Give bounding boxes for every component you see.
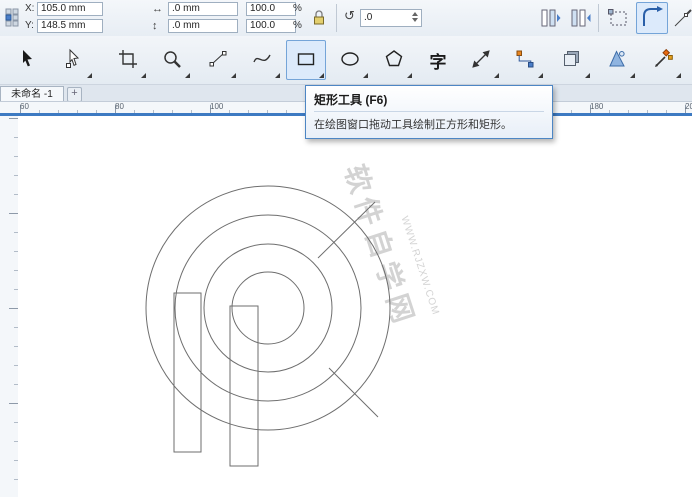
dimension-tool[interactable] xyxy=(461,40,501,80)
scale-y-field[interactable]: 100.0 xyxy=(246,19,296,33)
rotate-icon: ↺ xyxy=(344,10,355,22)
flyout-indicator xyxy=(538,73,543,78)
propbar-separator-2 xyxy=(598,4,599,32)
round-corner-button[interactable] xyxy=(636,2,668,34)
drop-shadow-tool[interactable] xyxy=(552,40,592,80)
flyout-indicator xyxy=(630,73,635,78)
propbar-separator xyxy=(336,4,337,32)
angle-spinner[interactable] xyxy=(412,12,419,22)
ruler-number: 80 xyxy=(115,102,124,111)
drawing-canvas[interactable]: 软件自学网 WWW.RJZXW.COM xyxy=(18,116,692,497)
vertical-ruler[interactable] xyxy=(0,116,19,497)
property-bar: X: 105.0 mm Y: 148.5 mm ↔ ↕ .0 mm .0 mm … xyxy=(0,0,692,37)
rotation-angle-field[interactable]: .0 xyxy=(360,9,422,27)
y-label: Y: xyxy=(25,20,34,31)
eyedropper-tool[interactable] xyxy=(643,40,683,80)
ellipse-icon xyxy=(339,48,361,73)
tool-tooltip: 矩形工具 (F6) 在绘图窗口拖动工具绘制正方形和矩形。 xyxy=(305,85,553,139)
double-arrow-icon xyxy=(470,48,492,73)
flyout-indicator xyxy=(494,73,499,78)
rotation-angle-value: .0 xyxy=(364,12,372,23)
rectangle-tool[interactable] xyxy=(286,40,326,80)
flyout-indicator xyxy=(275,73,280,78)
tooltip-body: 在绘图窗口拖动工具绘制正方形和矩形。 xyxy=(314,116,544,132)
percent-y-label: % xyxy=(293,20,302,31)
object-height-icon: ↕ xyxy=(152,20,158,32)
freehand-line-icon xyxy=(207,48,229,73)
connector-icon xyxy=(514,48,536,73)
zoom-tool[interactable] xyxy=(152,40,192,80)
chamfer-corner-button[interactable] xyxy=(670,4,692,34)
ruler-number: 60 xyxy=(20,102,29,111)
line-pen-icon xyxy=(672,6,692,33)
polygon-tool[interactable] xyxy=(374,40,414,80)
flyout-indicator xyxy=(585,73,590,78)
curve-icon xyxy=(251,48,273,73)
toolbox: 字 xyxy=(0,36,692,85)
crop-icon xyxy=(117,48,139,73)
flyout-indicator xyxy=(87,73,92,78)
pick-arrow-icon xyxy=(17,48,39,73)
flyout-indicator xyxy=(231,73,236,78)
canvas-svg xyxy=(18,116,692,497)
x-label: X: xyxy=(25,3,34,14)
object-width-field[interactable]: .0 mm xyxy=(168,2,238,16)
extrude-tool[interactable] xyxy=(597,40,637,80)
columns-icon xyxy=(538,6,562,33)
lock-ratio-button[interactable] xyxy=(308,6,330,32)
drop-shadow-icon xyxy=(561,48,583,73)
rectangle-icon xyxy=(295,48,317,73)
connector-tool[interactable] xyxy=(505,40,545,80)
shape-tool[interactable] xyxy=(54,40,94,80)
freehand-tool[interactable] xyxy=(198,40,238,80)
extrude-icon xyxy=(606,48,628,73)
y-position-field[interactable]: 148.5 mm xyxy=(37,19,103,33)
bezier-tool[interactable] xyxy=(242,40,282,80)
crop-tool[interactable] xyxy=(108,40,148,80)
columns-reverse-button[interactable] xyxy=(566,4,594,34)
columns-button[interactable] xyxy=(536,4,564,34)
marquee-button[interactable] xyxy=(604,4,632,34)
corner-arrow-icon xyxy=(640,5,664,32)
lock-icon xyxy=(311,9,327,30)
dashed-rect-icon xyxy=(606,6,630,33)
eyedropper-icon xyxy=(652,48,674,73)
ruler-number: 100 xyxy=(210,102,223,111)
scale-x-field[interactable]: 100.0 xyxy=(246,2,296,16)
ruler-number: 200 xyxy=(685,102,692,111)
anchor-grid-icon xyxy=(5,8,20,30)
flyout-indicator xyxy=(363,73,368,78)
pick-tool[interactable] xyxy=(8,40,48,80)
flyout-indicator xyxy=(185,73,190,78)
coreldraw-window: X: 105.0 mm Y: 148.5 mm ↔ ↕ .0 mm .0 mm … xyxy=(0,0,692,497)
object-height-field[interactable]: .0 mm xyxy=(168,19,238,33)
polygon-icon xyxy=(383,48,405,73)
object-width-icon: ↔ xyxy=(152,3,163,15)
flyout-indicator xyxy=(319,73,324,78)
magnifier-icon xyxy=(161,48,183,73)
shape-arrow-icon xyxy=(63,48,85,73)
flyout-indicator xyxy=(407,73,412,78)
percent-x-label: % xyxy=(293,3,302,14)
flyout-indicator xyxy=(141,73,146,78)
ruler-number: 180 xyxy=(590,102,603,111)
x-position-field[interactable]: 105.0 mm xyxy=(37,2,103,16)
ellipse-tool[interactable] xyxy=(330,40,370,80)
columns-reverse-icon xyxy=(568,6,592,33)
text-tool-glyph: 字 xyxy=(430,48,447,73)
tooltip-title: 矩形工具 (F6) xyxy=(314,91,544,112)
text-tool[interactable]: 字 xyxy=(418,40,458,80)
flyout-indicator xyxy=(676,73,681,78)
new-document-tab-button[interactable]: + xyxy=(67,87,82,102)
